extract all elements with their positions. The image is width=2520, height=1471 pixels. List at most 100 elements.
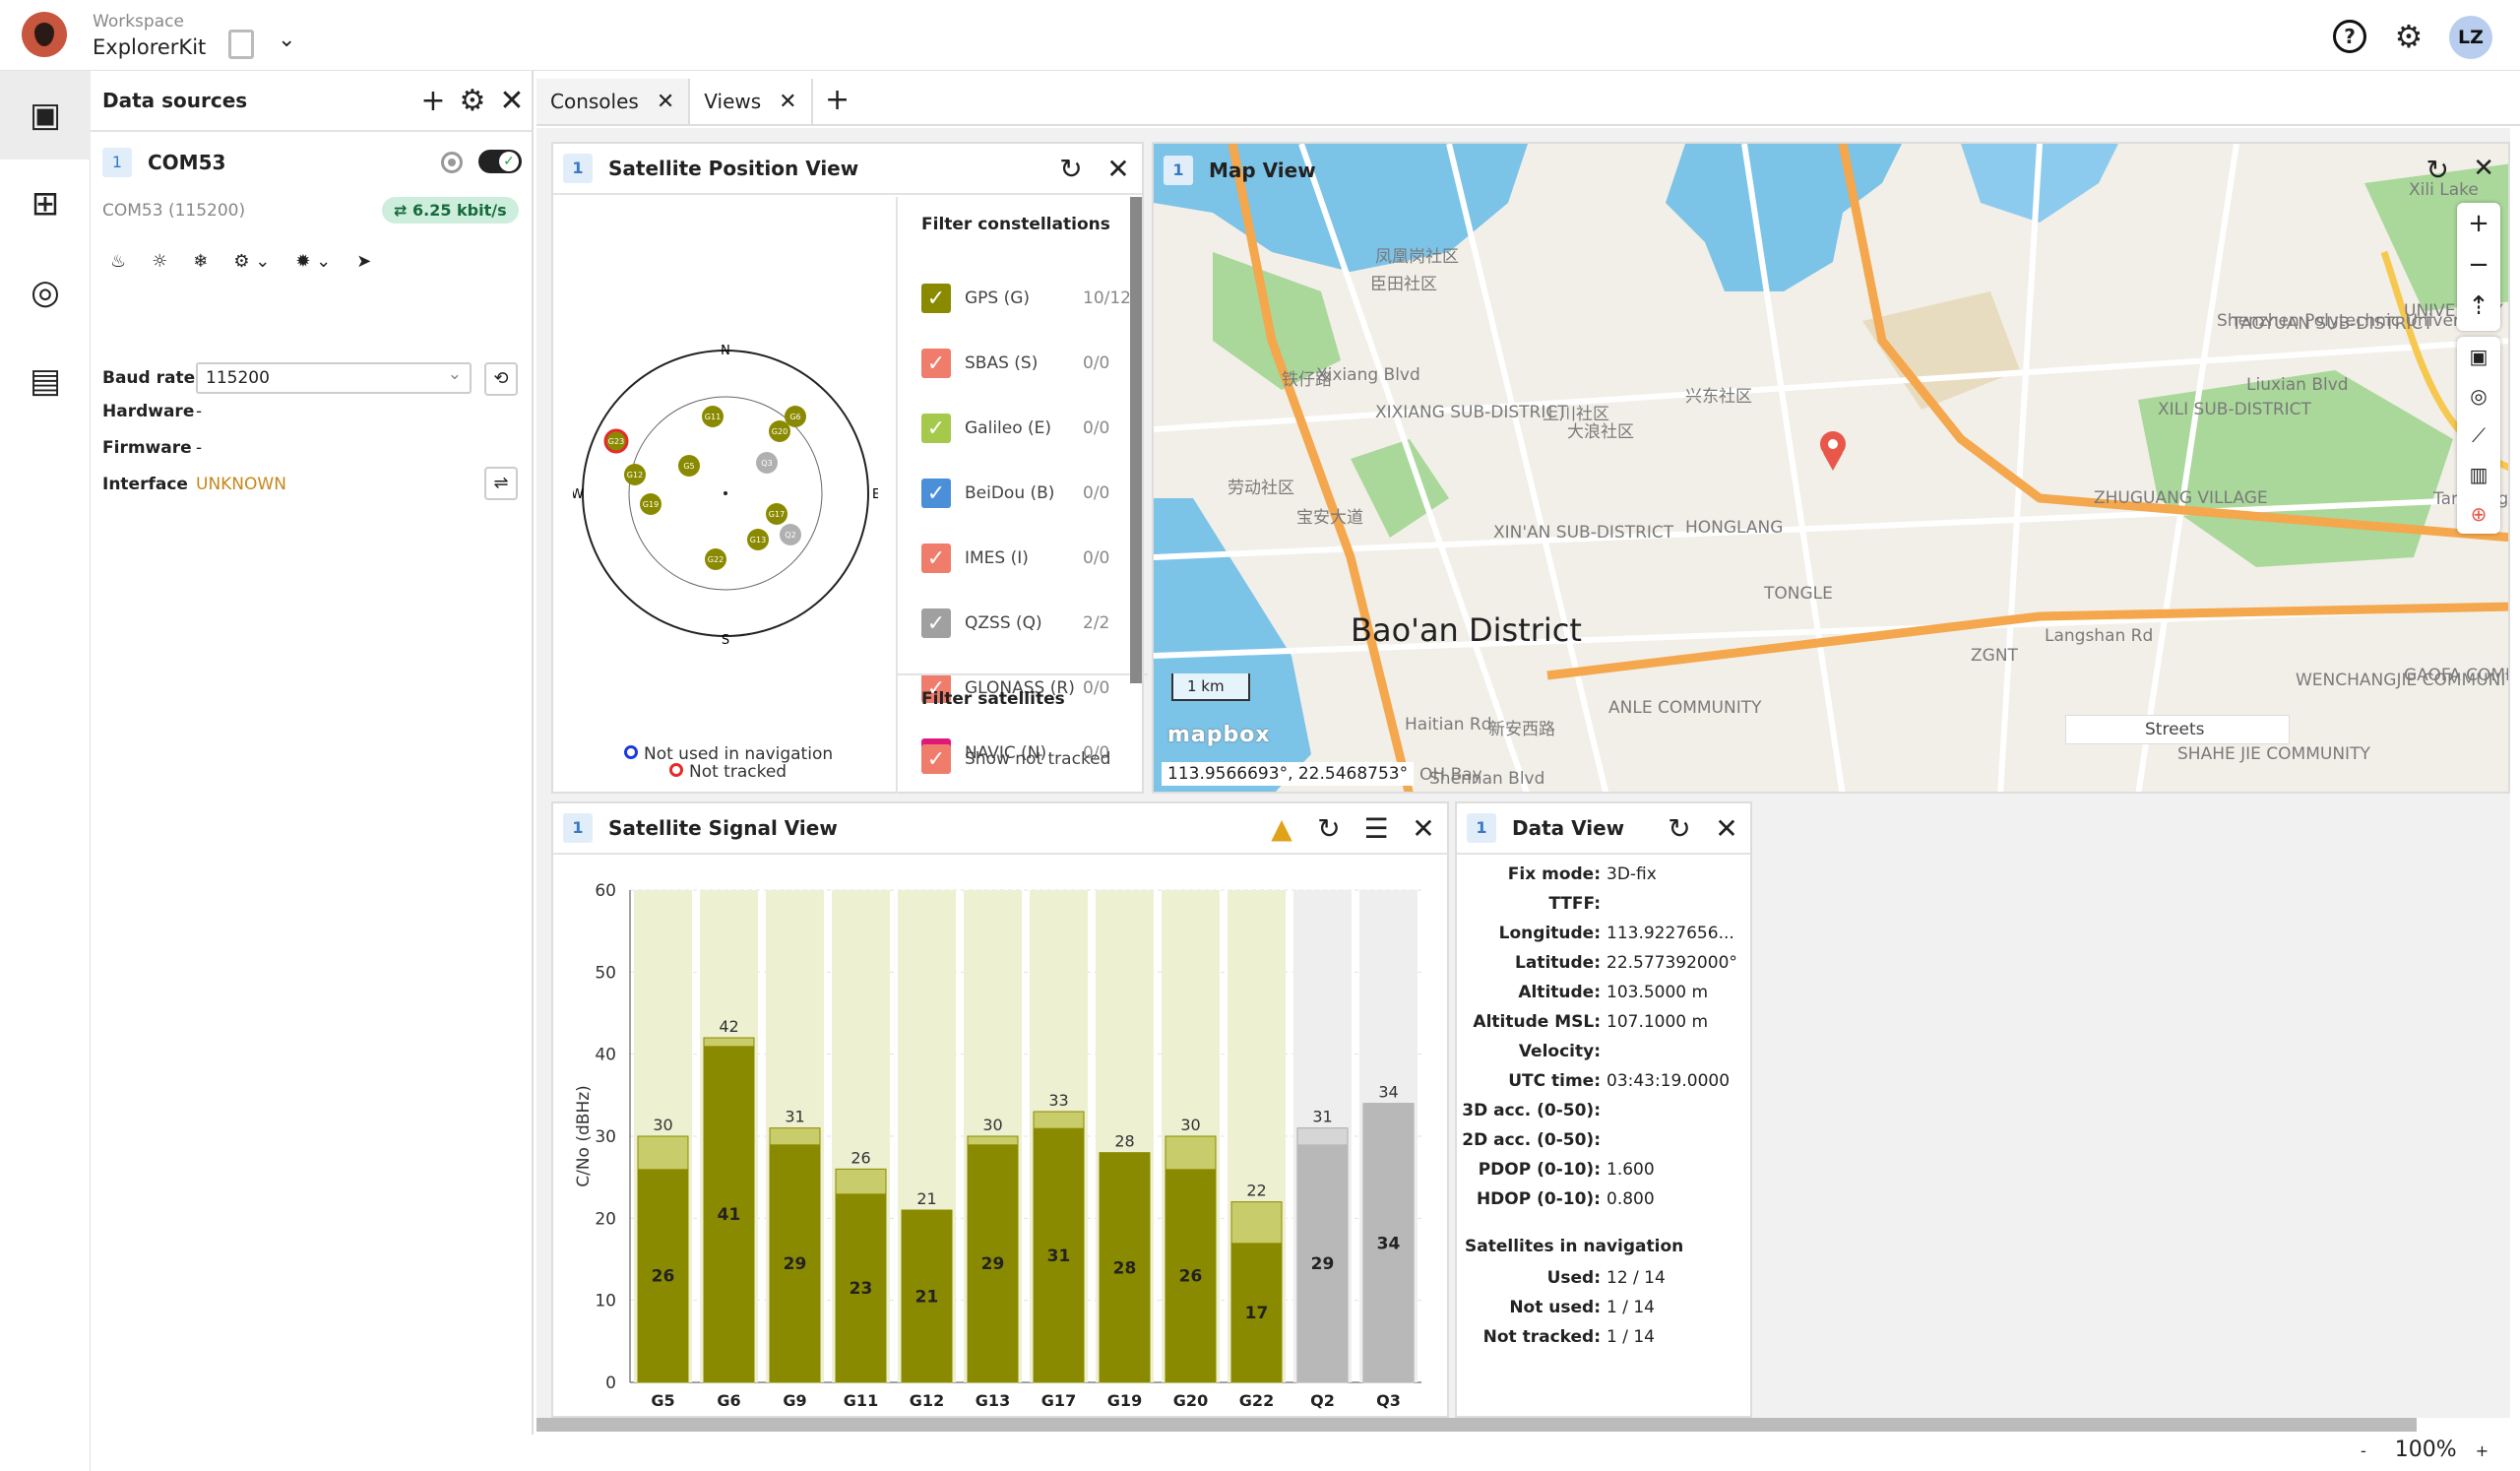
filter-row[interactable]: ✓ GPS (G) 10/12 [921,284,1131,313]
send-icon[interactable]: ➤ [348,246,379,276]
zoom-in-control[interactable]: + [2476,1441,2488,1460]
horizontal-scrollbar[interactable] [536,1418,2417,1432]
com-row[interactable]: 1 COM53 [102,148,225,177]
satellite-marker[interactable]: G19 [640,493,662,515]
filter-row[interactable]: ✓ IMES (I) 0/0 [921,544,1109,573]
nav-key: Not tracked: [1482,1327,1601,1347]
data-key: Longitude: [1498,924,1601,943]
refresh-icon[interactable]: ↻ [2426,154,2449,186]
map-canvas[interactable]: XIXIANG SUB-DISTRICT XIN'AN SUB-DISTRICT H… [1154,144,2510,794]
measure-icon[interactable]: ⟋ [2457,416,2500,455]
toolbox-icon[interactable]: ▤ [0,337,91,425]
checkbox[interactable]: ✓ [921,349,951,378]
gear-icon[interactable]: ⚙ [453,84,492,118]
compass-button[interactable]: ⇡ [2457,286,2500,327]
data-sources-panel: Data sources + ⚙ ✕ 1 COM53 COM53 (115200… [91,71,534,1435]
satellite-marker[interactable]: G6 [785,406,806,427]
satellite-marker[interactable]: G17 [766,503,788,525]
checkbox[interactable]: ✓ [921,544,951,573]
interface-settings-icon[interactable]: ⇌ [484,467,518,500]
satellite-label: Q3 [761,459,772,468]
panel-index: 1 [563,154,593,183]
show-not-tracked-row[interactable]: ✓ Show not tracked [921,744,1110,774]
data-key: Altitude: [1518,983,1601,1002]
filter-row[interactable]: ✓ QZSS (Q) 2/2 [921,608,1109,638]
refresh-icon[interactable]: ↻ [1305,812,1353,845]
workspace-name[interactable]: ExplorerKit [93,35,206,59]
tab-consoles[interactable]: Consoles ✕ [536,79,691,124]
y-tick-label: 0 [605,1374,616,1393]
filter-row[interactable]: ✓ BeiDou (B) 0/0 [921,479,1109,508]
refresh-icon[interactable]: ↻ [1656,812,1703,845]
scrollbar[interactable] [1130,197,1142,683]
avatar[interactable]: LZ [2449,16,2492,59]
checkbox[interactable]: ✓ [921,608,951,638]
data-row: Altitude: 103.5000 m [1459,983,1708,1002]
checkbox[interactable]: ✓ [921,414,951,443]
warning-icon[interactable]: ▲ [1258,812,1305,845]
bar-top-label: 31 [785,1108,804,1126]
add-tab-button[interactable]: + [813,79,862,124]
satellite-marker[interactable]: G12 [624,464,646,485]
map-style-select[interactable]: Streets [2065,715,2290,744]
workspace-file-icon[interactable] [228,30,254,59]
tab-views[interactable]: Views ✕ [690,79,813,124]
satellite-marker[interactable]: G11 [702,406,724,427]
satellite-marker[interactable]: Q3 [756,452,778,474]
close-icon[interactable]: ✕ [1095,153,1142,185]
checkbox[interactable]: ✓ [921,284,951,313]
checkbox[interactable]: ✓ [921,479,951,508]
bug-dropdown-icon[interactable]: ✹ ⌄ [287,246,339,276]
filter-row[interactable]: ✓ SBAS (S) 0/0 [921,349,1109,378]
satellite-marker[interactable]: G13 [747,529,769,550]
baud-select[interactable]: 115200 [196,360,472,394]
record-icon[interactable] [441,152,463,173]
settings-dropdown-icon[interactable]: ⚙ ⌄ [225,246,278,276]
satellite-marker[interactable]: G22 [705,548,726,570]
transit-icon[interactable]: ▣ [2457,337,2500,376]
data-value: 103.5000 m [1606,983,1709,1002]
filter-settings-icon[interactable]: ☰ [1353,812,1400,845]
chip-icon[interactable]: ▣ [0,71,91,160]
locate-icon[interactable]: ◎ [2457,376,2500,416]
close-icon[interactable]: ✕ [2473,154,2494,183]
data-value: 107.1000 m [1606,1012,1709,1032]
map-panel: XIXIANG SUB-DISTRICT XIN'AN SUB-DISTRICT H… [1152,142,2510,794]
apply-baud-icon[interactable]: ⟲ [484,362,518,396]
refresh-icon[interactable]: ↻ [1047,153,1095,185]
app-logo[interactable] [22,12,67,57]
map-label: 铁仔路 [1282,370,1332,390]
connect-toggle[interactable] [478,150,522,173]
satellite-marker[interactable]: G23 [603,428,629,454]
close-icon[interactable]: ✕ [657,90,674,114]
filter-row[interactable]: ✓ Galileo (E) 0/0 [921,414,1109,443]
close-icon[interactable]: ✕ [1703,812,1750,845]
close-icon[interactable]: ✕ [779,90,796,114]
crosshair-icon[interactable]: ⊕ [2457,494,2500,534]
sun-icon[interactable]: ☼ [144,246,175,276]
buildings-icon[interactable]: ▥ [2457,455,2500,494]
checkbox[interactable]: ✓ [921,744,951,774]
help-icon[interactable]: ? [2333,20,2366,53]
zoom-out-control[interactable]: - [2361,1441,2366,1460]
satellite-marker[interactable]: Q2 [780,524,801,545]
close-icon[interactable]: ✕ [1400,812,1447,845]
satellite-label: G22 [708,555,724,564]
add-view-icon[interactable]: ⊞ [0,160,91,248]
satellite-marker[interactable]: G20 [769,420,790,442]
target-icon[interactable]: ◎ [0,248,91,337]
panel-header: 1 Satellite Position View ↻ ✕ [553,144,1142,195]
satellite-marker[interactable]: G5 [678,455,700,477]
chevron-down-icon[interactable]: ⌄ [278,28,295,52]
snowflake-icon[interactable]: ❄ [185,246,216,276]
plus-icon[interactable]: + [413,84,453,118]
bar-top-label: 30 [653,1116,672,1134]
map-label: XILI SUB-DISTRICT [2158,400,2312,419]
x-tick-label: G17 [1041,1391,1076,1410]
zoom-in-button[interactable]: + [2457,203,2500,244]
close-icon[interactable]: ✕ [492,84,532,118]
flame-icon[interactable]: ♨ [102,246,134,276]
gear-icon[interactable]: ⚙ [2392,20,2426,53]
data-row: PDOP (0-10): 1.600 [1459,1160,1655,1180]
zoom-out-button[interactable]: − [2457,244,2500,286]
